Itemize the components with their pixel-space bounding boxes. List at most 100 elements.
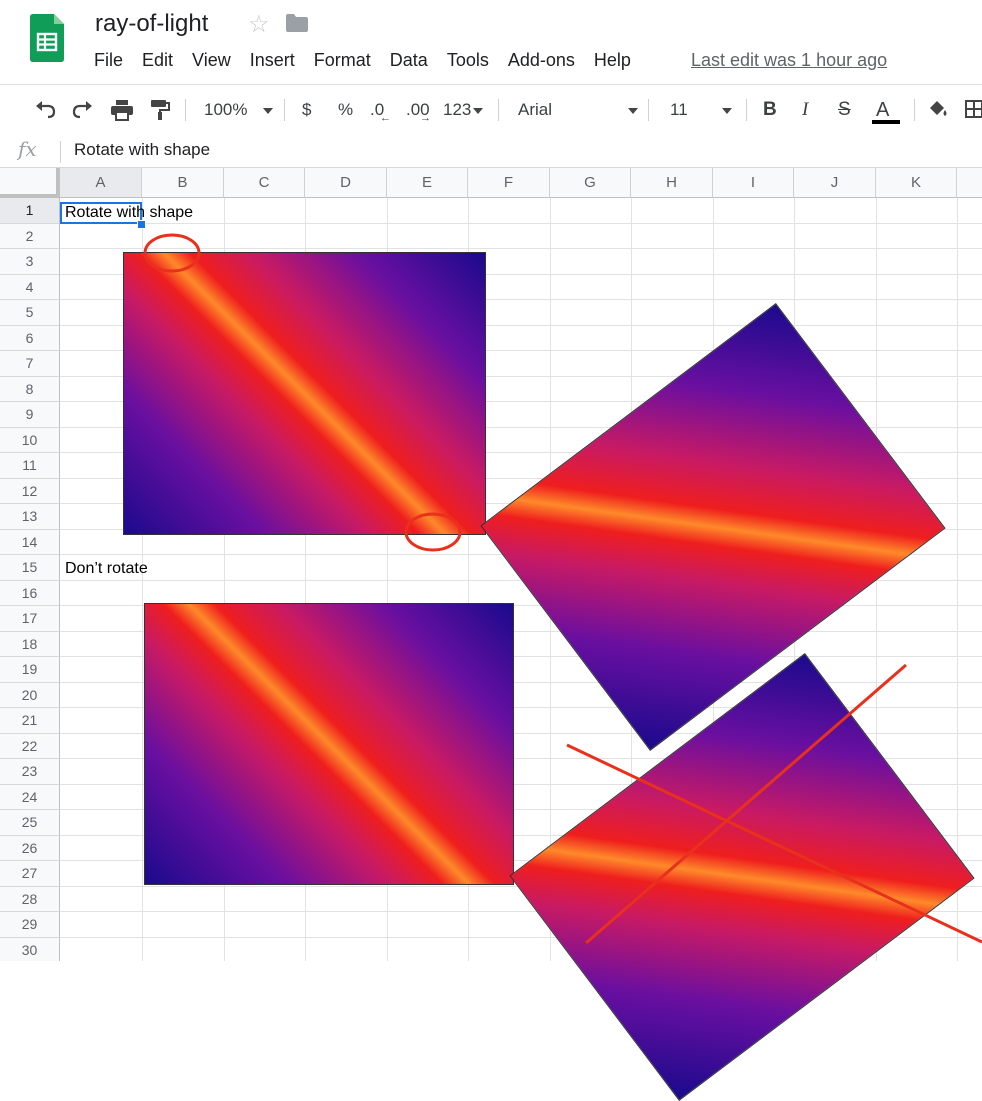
print-icon[interactable] xyxy=(110,99,134,121)
gradient-image-dont-rotate-original[interactable] xyxy=(144,603,514,885)
column-header-f[interactable]: F xyxy=(468,168,550,198)
chevron-down-icon xyxy=(473,107,484,114)
row-header-30[interactable]: 30 xyxy=(0,937,60,961)
paint-format-icon[interactable] xyxy=(150,99,170,121)
column-header-j[interactable]: J xyxy=(794,168,876,198)
row-header-19[interactable]: 19 xyxy=(0,657,60,683)
bold-button[interactable]: B xyxy=(763,85,777,135)
row-header-18[interactable]: 18 xyxy=(0,631,60,657)
column-header-i[interactable]: I xyxy=(713,168,794,198)
row-header-15[interactable]: 15 xyxy=(0,555,60,581)
text-color-swatch xyxy=(872,120,900,124)
menu-tools[interactable]: Tools xyxy=(447,50,489,72)
column-header-l[interactable] xyxy=(957,168,982,198)
chevron-down-icon xyxy=(721,107,732,114)
font-select[interactable]: Arial xyxy=(518,85,639,135)
row-header-8[interactable]: 8 xyxy=(0,376,60,402)
row-header-29[interactable]: 29 xyxy=(0,912,60,938)
text-color-button[interactable]: A xyxy=(872,85,900,135)
menu-view[interactable]: View xyxy=(192,50,231,72)
fill-color-icon[interactable] xyxy=(927,98,949,120)
formula-input[interactable]: Rotate with shape xyxy=(74,140,210,160)
row-header-7[interactable]: 7 xyxy=(0,351,60,377)
row-header-16[interactable]: 16 xyxy=(0,580,60,606)
redo-icon[interactable] xyxy=(72,100,94,120)
column-header-e[interactable]: E xyxy=(387,168,468,198)
column-header-h[interactable]: H xyxy=(631,168,713,198)
row-header-21[interactable]: 21 xyxy=(0,708,60,734)
formula-bar-separator xyxy=(60,141,61,163)
text-color-label: A xyxy=(876,99,890,121)
folder-icon[interactable] xyxy=(286,14,308,32)
toolbar: 100% $ % .0 ← .00 → 123 Arial 11 B I S A xyxy=(0,84,982,136)
cell-a1[interactable]: Rotate with shape xyxy=(65,204,193,222)
strikethrough-button[interactable]: S xyxy=(838,85,851,135)
sheets-logo-icon[interactable] xyxy=(30,14,64,62)
menu-help[interactable]: Help xyxy=(594,50,631,72)
row-header-4[interactable]: 4 xyxy=(0,274,60,300)
more-formats-label: 123 xyxy=(443,100,472,119)
menu-data[interactable]: Data xyxy=(390,50,428,72)
grid-line xyxy=(60,248,982,249)
column-header-d[interactable]: D xyxy=(305,168,387,198)
column-header-c[interactable]: C xyxy=(224,168,305,198)
more-formats-button[interactable]: 123 xyxy=(443,85,484,135)
row-header-17[interactable]: 17 xyxy=(0,606,60,632)
star-icon[interactable]: ☆ xyxy=(248,10,270,39)
menu-edit[interactable]: Edit xyxy=(142,50,173,72)
row-header-12[interactable]: 12 xyxy=(0,478,60,504)
column-header-b[interactable]: B xyxy=(142,168,224,198)
undo-icon[interactable] xyxy=(34,100,56,120)
decrease-decimals-button[interactable]: .0 ← xyxy=(370,85,391,135)
zoom-value: 100% xyxy=(204,100,248,119)
cell-a15[interactable]: Don’t rotate xyxy=(65,560,148,578)
row-header-3[interactable]: 3 xyxy=(0,249,60,275)
increase-decimals-button[interactable]: .00 → xyxy=(406,85,431,135)
row-header-24[interactable]: 24 xyxy=(0,784,60,810)
chevron-down-icon xyxy=(263,107,274,114)
toolbar-separator xyxy=(185,99,186,121)
app-header: ray-of-light ☆ File Edit View Insert For… xyxy=(0,0,982,84)
column-header-k[interactable]: K xyxy=(876,168,957,198)
row-header-9[interactable]: 9 xyxy=(0,402,60,428)
row-header-27[interactable]: 27 xyxy=(0,861,60,887)
gradient-image-rotate-original[interactable] xyxy=(123,252,486,535)
column-header-a[interactable]: A xyxy=(60,168,142,198)
row-header-1[interactable]: 1 xyxy=(0,198,60,224)
row-header-6[interactable]: 6 xyxy=(0,325,60,351)
chevron-down-icon xyxy=(628,107,639,114)
toolbar-separator xyxy=(498,99,499,121)
row-header-26[interactable]: 26 xyxy=(0,835,60,861)
menu-insert[interactable]: Insert xyxy=(250,50,295,72)
toolbar-separator xyxy=(914,99,915,121)
row-header-2[interactable]: 2 xyxy=(0,223,60,249)
document-title[interactable]: ray-of-light xyxy=(95,10,208,38)
menu-format[interactable]: Format xyxy=(314,50,371,72)
currency-format-button[interactable]: $ xyxy=(302,85,311,135)
grid-line xyxy=(60,222,982,224)
select-all-corner[interactable] xyxy=(0,168,60,198)
row-header-25[interactable]: 25 xyxy=(0,810,60,836)
row-header-22[interactable]: 22 xyxy=(0,733,60,759)
row-header-20[interactable]: 20 xyxy=(0,682,60,708)
row-header-14[interactable]: 14 xyxy=(0,529,60,555)
menu-bar: File Edit View Insert Format Data Tools … xyxy=(94,50,650,72)
row-header-11[interactable]: 11 xyxy=(0,453,60,479)
zoom-select[interactable]: 100% xyxy=(204,85,274,135)
font-name: Arial xyxy=(518,100,553,119)
menu-file[interactable]: File xyxy=(94,50,123,72)
row-header-5[interactable]: 5 xyxy=(0,300,60,326)
menu-add-ons[interactable]: Add-ons xyxy=(508,50,575,72)
toolbar-separator xyxy=(284,99,285,121)
row-header-10[interactable]: 10 xyxy=(0,427,60,453)
font-size-select[interactable]: 11 xyxy=(670,85,732,135)
row-header-28[interactable]: 28 xyxy=(0,886,60,912)
borders-icon[interactable] xyxy=(964,99,982,119)
percent-format-button[interactable]: % xyxy=(338,85,353,135)
column-header-g[interactable]: G xyxy=(550,168,631,198)
last-edit-link[interactable]: Last edit was 1 hour ago xyxy=(691,50,887,71)
italic-button[interactable]: I xyxy=(802,85,808,135)
toolbar-separator xyxy=(648,99,649,121)
row-header-13[interactable]: 13 xyxy=(0,504,60,530)
row-header-23[interactable]: 23 xyxy=(0,759,60,785)
